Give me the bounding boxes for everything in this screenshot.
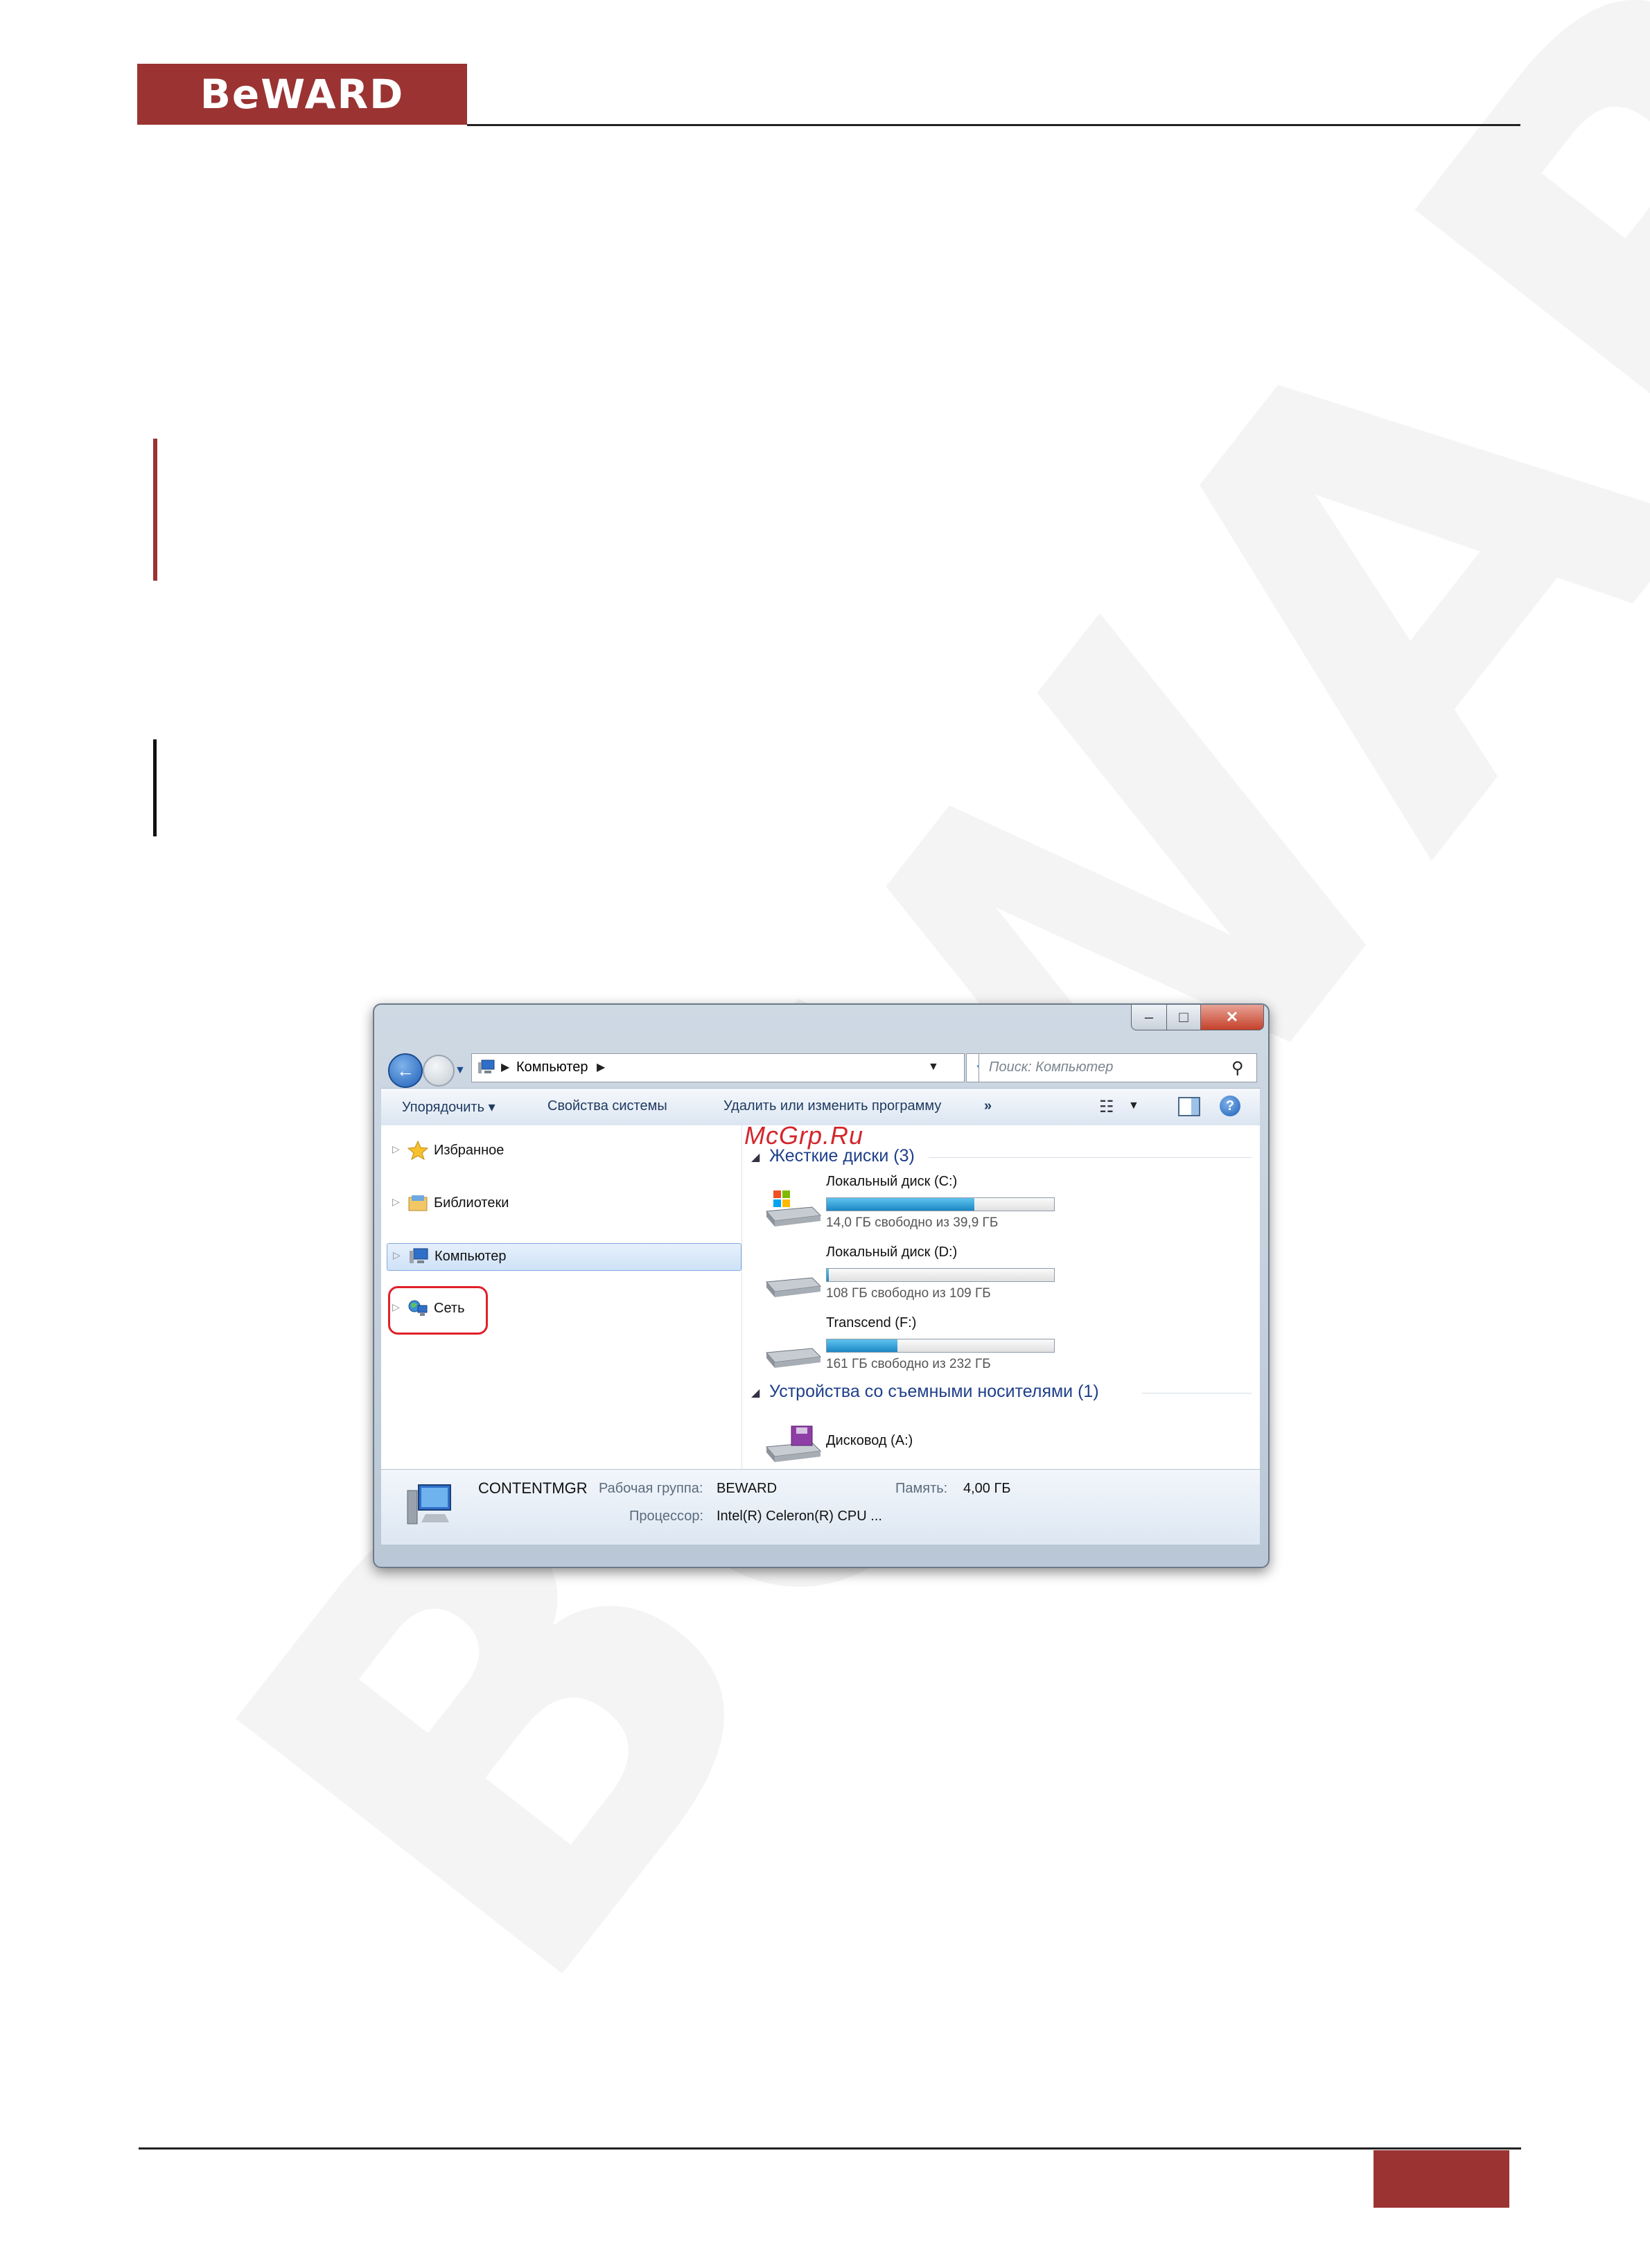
drive-name: Локальный диск (D:) bbox=[826, 1245, 958, 1260]
workgroup-label: Рабочая группа: bbox=[599, 1481, 703, 1496]
drive-name: Дисковод (A:) bbox=[826, 1433, 913, 1448]
breadcrumb-computer[interactable]: Компьютер bbox=[516, 1060, 588, 1075]
computer-icon bbox=[410, 1248, 428, 1263]
uninstall-program-button[interactable]: Удалить или изменить программу bbox=[723, 1098, 941, 1114]
collapse-arrow-icon[interactable]: ◢ bbox=[751, 1150, 760, 1164]
note-accent-bar bbox=[153, 739, 157, 836]
maximize-button[interactable]: □ bbox=[1166, 1005, 1201, 1030]
organize-button[interactable]: Упорядочить ▾ bbox=[402, 1098, 495, 1116]
footer-rule bbox=[139, 2147, 1521, 2150]
back-arrow-icon[interactable]: ← bbox=[388, 1053, 423, 1088]
drive-item-c[interactable]: Локальный диск (C:) 14,0 ГБ свободно из … bbox=[755, 1174, 1240, 1243]
group-divider bbox=[929, 1157, 1252, 1158]
group-divider bbox=[1142, 1393, 1252, 1394]
search-input[interactable]: Поиск: Компьютер ⚲ bbox=[978, 1053, 1257, 1082]
details-pane: CONTENTMGR Рабочая группа: BEWARD Память… bbox=[381, 1469, 1260, 1545]
history-dropdown-icon[interactable]: ▼ bbox=[455, 1064, 466, 1077]
view-dropdown-icon[interactable]: ▼ bbox=[1128, 1100, 1139, 1112]
cpu-label: Процессор: bbox=[629, 1509, 704, 1524]
search-icon[interactable]: ⚲ bbox=[1231, 1058, 1244, 1078]
workgroup-value: BEWARD bbox=[717, 1481, 778, 1496]
breadcrumb-arrow-icon[interactable]: ▶ bbox=[501, 1060, 509, 1074]
hard-drive-icon bbox=[765, 1348, 822, 1368]
computer-icon bbox=[407, 1484, 451, 1524]
memory-label: Память: bbox=[895, 1481, 948, 1496]
drive-item-f[interactable]: Transcend (F:) 161 ГБ свободно из 232 ГБ bbox=[755, 1315, 1240, 1384]
navigation-pane: ▷ Избранное ▷ Библиотеки ▷ Компьютер ▷ С… bbox=[381, 1125, 742, 1469]
nav-label: Библиотеки bbox=[434, 1195, 509, 1211]
nav-item-libraries[interactable]: ▷ Библиотеки bbox=[381, 1190, 741, 1217]
preview-pane-icon[interactable] bbox=[1178, 1097, 1200, 1116]
memory-value: 4,00 ГБ bbox=[963, 1481, 1011, 1496]
main-pane: ◢ Жесткие диски (3) McGrp.Ru Локальный д… bbox=[741, 1121, 1260, 1469]
drive-usage-fill bbox=[827, 1339, 897, 1352]
help-icon[interactable]: ? bbox=[1220, 1096, 1240, 1116]
drive-usage-bar bbox=[826, 1197, 1055, 1211]
breadcrumb-arrow-icon[interactable]: ▶ bbox=[597, 1060, 605, 1074]
system-properties-button[interactable]: Свойства системы bbox=[547, 1098, 667, 1114]
collapse-arrow-icon[interactable]: ◢ bbox=[751, 1386, 760, 1400]
page-number-box bbox=[1373, 2150, 1509, 2208]
nav-label: Компьютер bbox=[435, 1249, 507, 1264]
drive-item-a[interactable]: Дисковод (A:) bbox=[755, 1409, 1240, 1465]
system-drive-icon bbox=[765, 1190, 822, 1227]
network-highlight-frame bbox=[388, 1286, 488, 1335]
drive-usage-fill bbox=[827, 1198, 975, 1211]
section-accent-bar bbox=[153, 439, 157, 581]
group-title-removable[interactable]: Устройства со съемными носителями (1) bbox=[769, 1382, 1099, 1402]
cpu-value: Intel(R) Celeron(R) CPU ... bbox=[717, 1509, 882, 1524]
minimize-button[interactable]: – bbox=[1131, 1005, 1167, 1030]
content-area: ▷ Избранное ▷ Библиотеки ▷ Компьютер ▷ С… bbox=[381, 1121, 1260, 1469]
close-button[interactable]: ✕ bbox=[1200, 1005, 1264, 1030]
search-placeholder: Поиск: Компьютер bbox=[989, 1060, 1114, 1075]
hard-drive-icon bbox=[765, 1277, 822, 1297]
forward-arrow-icon[interactable] bbox=[423, 1055, 455, 1087]
beward-logo-text: BeWARD bbox=[200, 71, 405, 118]
nav-item-favorites[interactable]: ▷ Избранное bbox=[381, 1138, 741, 1164]
beward-logo: BeWARD bbox=[137, 64, 467, 125]
drive-free-space: 108 ГБ свободно из 109 ГБ bbox=[826, 1286, 991, 1301]
site-watermark: McGrp.Ru bbox=[744, 1121, 864, 1150]
drive-usage-fill bbox=[827, 1269, 830, 1281]
drive-usage-bar bbox=[826, 1268, 1055, 1282]
drive-free-space: 161 ГБ свободно из 232 ГБ bbox=[826, 1357, 991, 1371]
drive-free-space: 14,0 ГБ свободно из 39,9 ГБ bbox=[826, 1215, 999, 1230]
nav-label: Избранное bbox=[434, 1143, 504, 1158]
computer-name: CONTENTMGR bbox=[478, 1479, 588, 1497]
expand-arrow-icon[interactable]: ▷ bbox=[393, 1249, 401, 1261]
expand-arrow-icon[interactable]: ▷ bbox=[392, 1196, 400, 1208]
drive-item-d[interactable]: Локальный диск (D:) 108 ГБ свободно из 1… bbox=[755, 1245, 1240, 1314]
more-commands-button[interactable]: » bbox=[984, 1098, 992, 1114]
drive-usage-bar bbox=[826, 1339, 1055, 1353]
drive-name: Локальный диск (C:) bbox=[826, 1174, 958, 1189]
explorer-window: – □ ✕ ← ▼ ▶ Компьютер ▶ ▼ ⟲ Поиск: Компь… bbox=[373, 1003, 1270, 1568]
view-options-icon[interactable]: ☷ bbox=[1099, 1097, 1114, 1117]
address-dropdown-icon[interactable]: ▼ bbox=[928, 1061, 939, 1073]
library-folder-icon bbox=[408, 1195, 428, 1211]
address-bar[interactable]: ▶ Компьютер ▶ ▼ bbox=[471, 1053, 965, 1082]
floppy-drive-icon bbox=[765, 1425, 822, 1462]
header-rule bbox=[467, 124, 1520, 126]
star-icon bbox=[407, 1141, 428, 1160]
nav-item-computer[interactable]: ▷ Компьютер bbox=[387, 1243, 741, 1271]
computer-icon bbox=[478, 1060, 495, 1073]
expand-arrow-icon[interactable]: ▷ bbox=[392, 1143, 400, 1155]
drive-name: Transcend (F:) bbox=[826, 1315, 917, 1330]
